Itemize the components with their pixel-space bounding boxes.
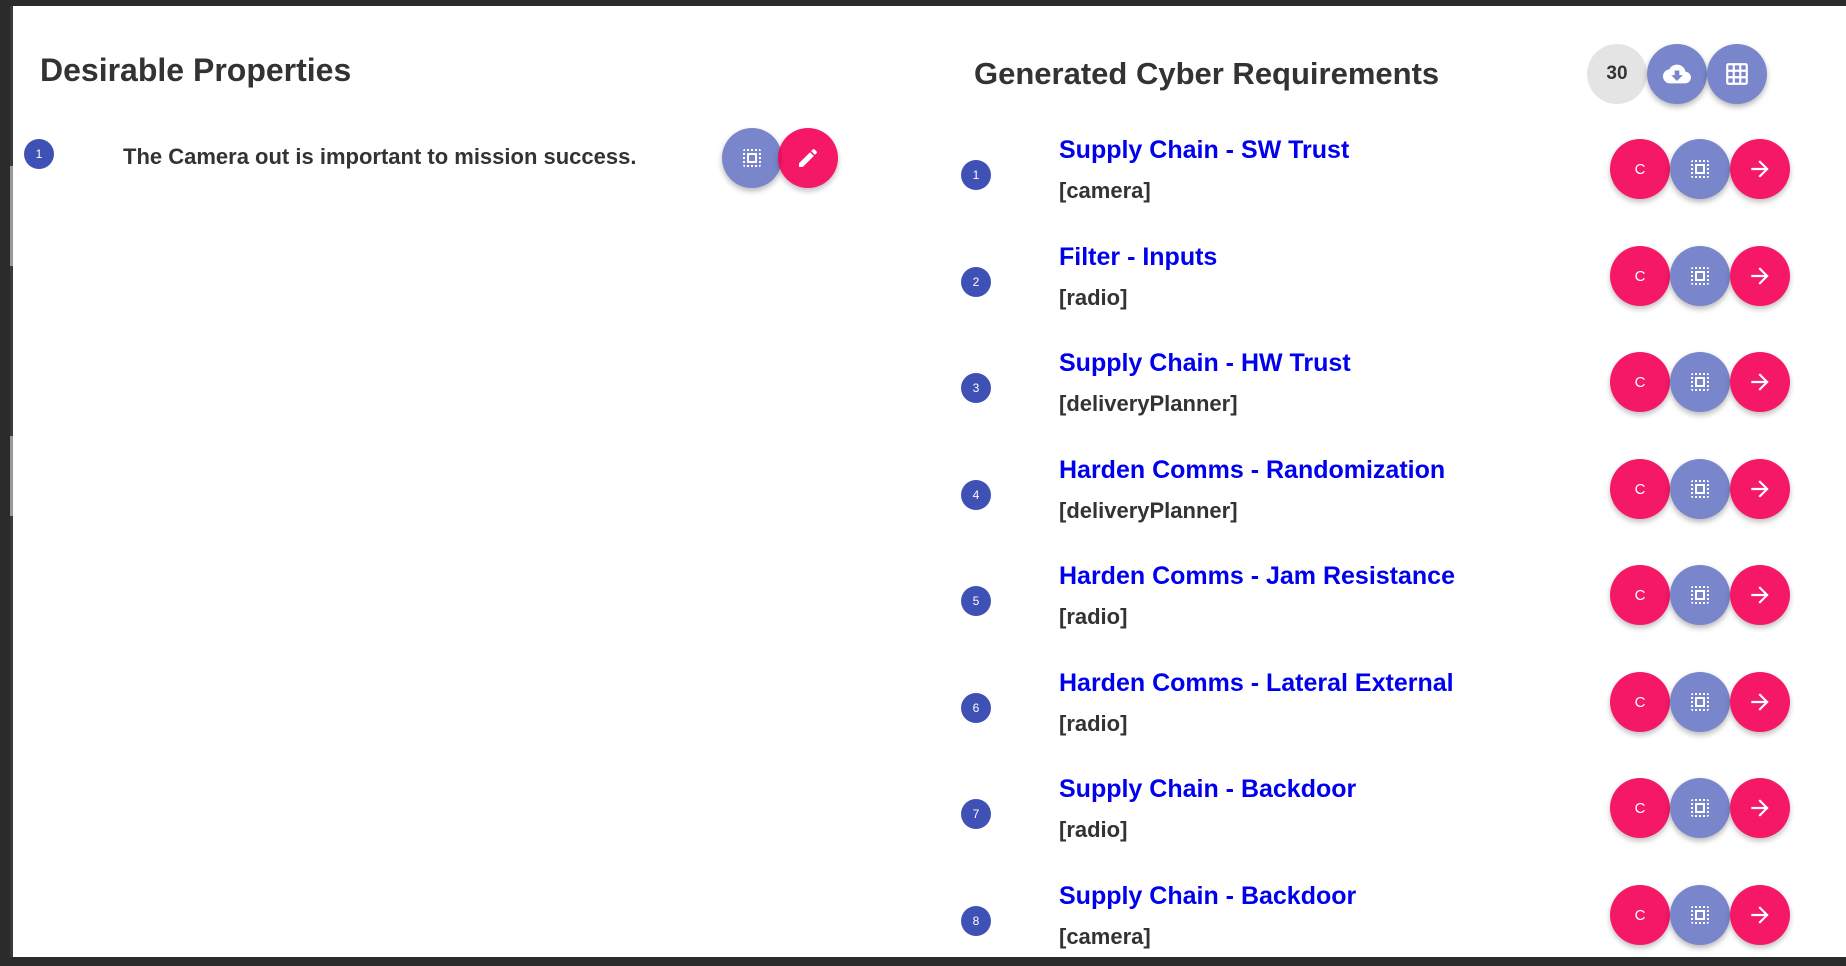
select-property-button[interactable] bbox=[722, 128, 782, 188]
c-button-label: C bbox=[1634, 693, 1646, 711]
select-all-icon bbox=[1688, 264, 1712, 288]
c-button-label: C bbox=[1634, 906, 1646, 924]
select-all-icon bbox=[1688, 370, 1712, 394]
c-button[interactable]: C bbox=[1610, 672, 1670, 732]
select-requirement-button[interactable] bbox=[1670, 139, 1730, 199]
requirement-number-badge: 3 bbox=[961, 373, 991, 403]
requirement-number-badge: 4 bbox=[961, 480, 991, 510]
requirement-title-link[interactable]: Harden Comms - Jam Resistance bbox=[1059, 562, 1455, 591]
open-requirement-button[interactable] bbox=[1730, 459, 1790, 519]
select-all-icon bbox=[1688, 903, 1712, 927]
c-button[interactable]: C bbox=[1610, 246, 1670, 306]
open-requirement-button[interactable] bbox=[1730, 565, 1790, 625]
arrow-forward-icon bbox=[1747, 369, 1773, 395]
select-requirement-button[interactable] bbox=[1670, 352, 1730, 412]
requirement-component: [deliveryPlanner] bbox=[1059, 391, 1238, 416]
select-all-icon bbox=[1688, 477, 1712, 501]
c-button[interactable]: C bbox=[1610, 139, 1670, 199]
arrow-forward-icon bbox=[1747, 689, 1773, 715]
open-requirement-button[interactable] bbox=[1730, 778, 1790, 838]
requirements-count-badge: 30 bbox=[1587, 44, 1647, 104]
requirement-number-badge: 8 bbox=[961, 906, 991, 936]
arrow-forward-icon bbox=[1747, 902, 1773, 928]
open-requirement-button[interactable] bbox=[1730, 139, 1790, 199]
generated-cyber-requirements-title: Generated Cyber Requirements bbox=[974, 56, 1440, 91]
requirement-number-badge: 6 bbox=[961, 693, 991, 723]
property-number-badge: 1 bbox=[24, 139, 54, 169]
c-button-label: C bbox=[1634, 480, 1646, 498]
arrow-forward-icon bbox=[1747, 156, 1773, 182]
requirement-title-link[interactable]: Filter - Inputs bbox=[1059, 243, 1217, 272]
select-all-icon bbox=[740, 146, 764, 170]
requirement-title-link[interactable]: Harden Comms - Randomization bbox=[1059, 456, 1445, 485]
select-requirement-button[interactable] bbox=[1670, 778, 1730, 838]
c-button[interactable]: C bbox=[1610, 565, 1670, 625]
requirement-component: [camera] bbox=[1059, 924, 1151, 949]
select-all-icon bbox=[1688, 796, 1712, 820]
grid-table-icon bbox=[1724, 61, 1750, 87]
c-button-label: C bbox=[1634, 586, 1646, 604]
arrow-forward-icon bbox=[1747, 795, 1773, 821]
requirement-title-link[interactable]: Harden Comms - Lateral External bbox=[1059, 669, 1454, 698]
requirement-component: [radio] bbox=[1059, 817, 1128, 842]
c-button-label: C bbox=[1634, 267, 1646, 285]
select-requirement-button[interactable] bbox=[1670, 459, 1730, 519]
requirement-component: [camera] bbox=[1059, 178, 1151, 203]
c-button[interactable]: C bbox=[1610, 459, 1670, 519]
download-button[interactable] bbox=[1647, 44, 1707, 104]
requirement-title-link[interactable]: Supply Chain - HW Trust bbox=[1059, 349, 1351, 378]
app-frame: Desirable Properties 1 The Camera out is… bbox=[10, 6, 1846, 957]
c-button-label: C bbox=[1634, 373, 1646, 391]
table-view-button[interactable] bbox=[1707, 44, 1767, 104]
select-requirement-button[interactable] bbox=[1670, 672, 1730, 732]
requirement-title-link[interactable]: Supply Chain - Backdoor bbox=[1059, 775, 1356, 804]
requirement-number-badge: 5 bbox=[961, 586, 991, 616]
arrow-forward-icon bbox=[1747, 263, 1773, 289]
requirement-number-badge: 2 bbox=[961, 267, 991, 297]
c-button[interactable]: C bbox=[1610, 352, 1670, 412]
select-all-icon bbox=[1688, 583, 1712, 607]
requirement-component: [deliveryPlanner] bbox=[1059, 498, 1238, 523]
cloud-download-icon bbox=[1663, 60, 1691, 88]
open-requirement-button[interactable] bbox=[1730, 885, 1790, 945]
c-button-label: C bbox=[1634, 799, 1646, 817]
open-requirement-button[interactable] bbox=[1730, 246, 1790, 306]
desirable-properties-title: Desirable Properties bbox=[40, 52, 352, 88]
select-requirement-button[interactable] bbox=[1670, 246, 1730, 306]
select-all-icon bbox=[1688, 690, 1712, 714]
edit-pencil-icon bbox=[796, 146, 820, 170]
select-requirement-button[interactable] bbox=[1670, 885, 1730, 945]
requirement-number-badge: 1 bbox=[961, 160, 991, 190]
requirement-component: [radio] bbox=[1059, 604, 1128, 629]
requirement-title-link[interactable]: Supply Chain - Backdoor bbox=[1059, 882, 1356, 911]
arrow-forward-icon bbox=[1747, 582, 1773, 608]
requirement-component: [radio] bbox=[1059, 285, 1128, 310]
property-text: The Camera out is important to mission s… bbox=[123, 144, 637, 169]
c-button[interactable]: C bbox=[1610, 885, 1670, 945]
c-button[interactable]: C bbox=[1610, 778, 1670, 838]
scrollbar[interactable] bbox=[10, 6, 13, 957]
arrow-forward-icon bbox=[1747, 476, 1773, 502]
select-all-icon bbox=[1688, 157, 1712, 181]
requirement-component: [radio] bbox=[1059, 711, 1128, 736]
c-button-label: C bbox=[1634, 160, 1646, 178]
requirement-number-badge: 7 bbox=[961, 799, 991, 829]
edit-property-button[interactable] bbox=[778, 128, 838, 188]
requirement-title-link[interactable]: Supply Chain - SW Trust bbox=[1059, 136, 1349, 165]
open-requirement-button[interactable] bbox=[1730, 352, 1790, 412]
select-requirement-button[interactable] bbox=[1670, 565, 1730, 625]
open-requirement-button[interactable] bbox=[1730, 672, 1790, 732]
